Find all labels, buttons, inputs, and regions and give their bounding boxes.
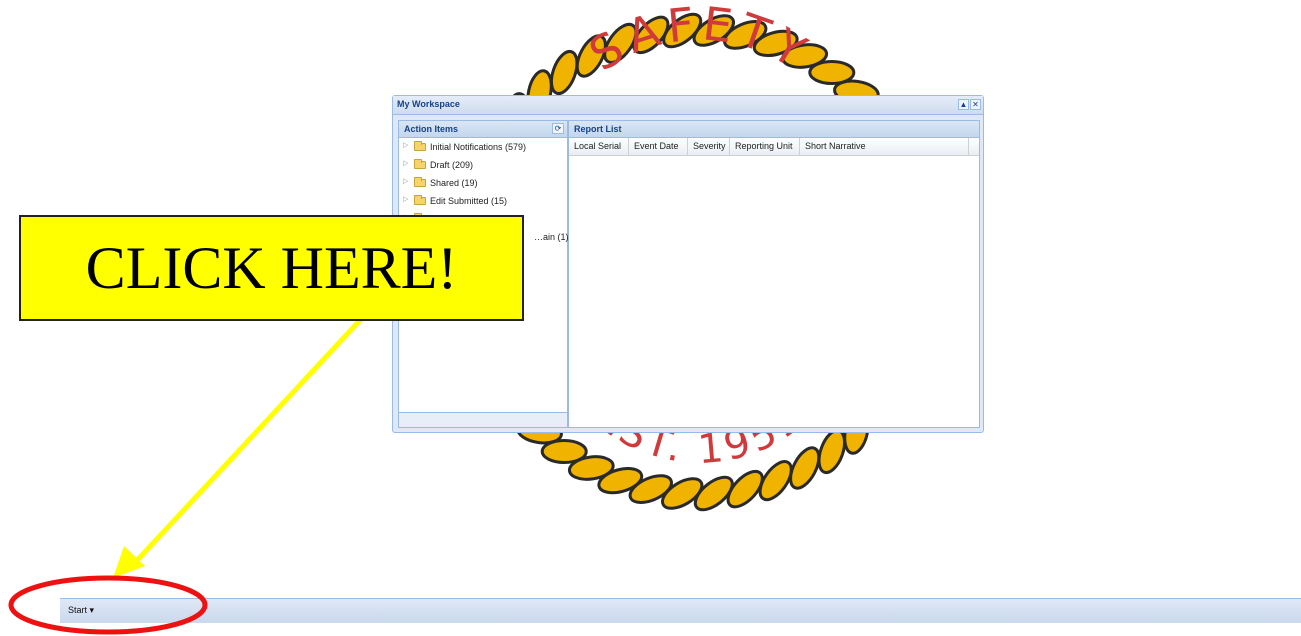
folder-icon [414, 177, 426, 187]
tree-node-label: Shared (19) [430, 178, 478, 188]
window-title: My Workspace [397, 99, 460, 109]
column-severity[interactable]: Severity [688, 138, 730, 155]
tree-node-draft[interactable]: ▷ Draft (209) [399, 156, 567, 174]
taskbar: Start ▾ [60, 598, 1301, 623]
tree-node-label: Draft (209) [430, 160, 474, 170]
expand-triangle-icon[interactable]: ▷ [403, 141, 408, 149]
expand-triangle-icon[interactable]: ▷ [403, 195, 408, 203]
expand-triangle-icon[interactable]: ▷ [403, 177, 408, 185]
column-event-date[interactable]: Event Date [629, 138, 688, 155]
click-here-callout: CLICK HERE! [19, 215, 524, 321]
start-button[interactable]: Start ▾ [68, 605, 94, 616]
report-list-header: Report List [569, 121, 979, 138]
tree-node-label: Initial Notifications (579) [430, 142, 527, 152]
action-items-footer [399, 412, 567, 427]
close-icon[interactable]: ✕ [970, 99, 981, 110]
report-grid-header: Local Serial Event Date Severity Reporti… [569, 138, 979, 156]
folder-icon [414, 141, 426, 151]
tree-node-label: …ain (1) [534, 232, 569, 242]
seal-top-text: SAFETY [580, 0, 820, 82]
tree-node-label: Edit Submitted (15) [430, 196, 508, 206]
window-header[interactable]: My Workspace ▲ ✕ [393, 96, 983, 115]
expand-triangle-icon[interactable]: ▷ [403, 159, 408, 167]
tree-node-shared[interactable]: ▷ Shared (19) [399, 174, 567, 192]
folder-icon [414, 195, 426, 205]
report-list-panel: Report List Local Serial Event Date Seve… [568, 120, 980, 428]
refresh-icon[interactable]: ⟳ [552, 123, 564, 134]
column-local-serial[interactable]: Local Serial [569, 138, 629, 155]
tree-node-initial-notifications[interactable]: ▷ Initial Notifications (579) [399, 138, 567, 156]
folder-icon [414, 159, 426, 169]
report-list-title: Report List [574, 124, 622, 134]
column-reporting-unit[interactable]: Reporting Unit [730, 138, 800, 155]
collapse-icon[interactable]: ▲ [958, 99, 969, 110]
action-items-title: Action Items [404, 124, 459, 134]
action-items-header: Action Items ⟳ [399, 121, 567, 138]
column-short-narrative[interactable]: Short Narrative [800, 138, 969, 155]
tree-node-edit-submitted[interactable]: ▷ Edit Submitted (15) [399, 192, 567, 210]
